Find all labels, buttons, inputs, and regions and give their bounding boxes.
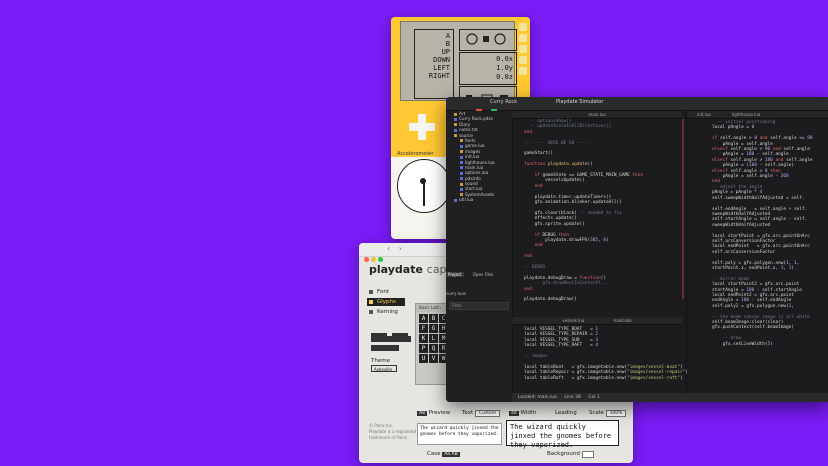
caps-footer: © Panic Inc. Playdate is a registered tr… xyxy=(369,423,417,440)
accel-x: 0.0x xyxy=(496,55,513,63)
preview-label: Preview xyxy=(428,410,451,416)
accel-y: 1.0y xyxy=(496,64,513,72)
background-dropdown[interactable] xyxy=(581,451,594,458)
accel-z: 0.0z xyxy=(496,73,513,81)
menu-kerning[interactable]: Kerning xyxy=(367,308,405,316)
width-label: Width xyxy=(520,410,537,416)
control-down: DOWN xyxy=(433,56,450,64)
main-code: -- optionsShow() -- updateScaleInAllDire… xyxy=(524,119,643,303)
glyph-cell[interactable]: Q xyxy=(429,344,438,353)
control-up: UP xyxy=(441,48,450,56)
glyph-cell[interactable]: L xyxy=(429,334,438,343)
case-toggle[interactable]: Aa AB xyxy=(442,452,460,457)
secondary-editor[interactable]: init.lua lighthouse.lua -- initial posit… xyxy=(686,111,828,402)
caps-menu: Font Glyphs Kerning xyxy=(367,288,405,318)
control-left: LEFT xyxy=(433,64,450,72)
crank-arrows-icon xyxy=(466,33,506,45)
glyph-cell[interactable]: G xyxy=(429,324,438,333)
file-tree-item[interactable]: util.lua xyxy=(446,197,512,202)
tab-project[interactable]: Project xyxy=(446,272,464,277)
crank-dial[interactable] xyxy=(397,159,451,213)
editor-titlebar: Curry Rock Playdate Simulator xyxy=(446,97,828,116)
theme-select[interactable]: Asheville xyxy=(371,365,397,372)
code-editor-window: Curry Rock Playdate Simulator Art Curry R… xyxy=(446,97,828,402)
sidebar-lower: Project Open Files curry-luas Filter xyxy=(446,261,512,313)
error-marker xyxy=(682,119,684,299)
controls-list: A B UP DOWN LEFT RIGHT xyxy=(414,29,454,99)
status-file: Loaded: main.lua xyxy=(518,395,557,400)
tab-lighthouse-lua[interactable]: lighthouse.lua xyxy=(722,111,770,118)
tab-curry-luas[interactable]: curry-luas xyxy=(446,291,466,296)
width-tag: 48 xyxy=(509,411,519,416)
device-screen: A B UP DOWN LEFT RIGHT 0.0x 1.0y 0.0z xyxy=(400,21,517,101)
bottom-editor[interactable]: vessels.lua mailcode local VESSEL_TYPE_B… xyxy=(512,317,688,402)
tab-open-files[interactable]: Open Files xyxy=(473,272,494,277)
text-label: Text xyxy=(462,410,474,416)
preview-bar: A8 Preview Text Custom 48 Width Leading … xyxy=(417,409,633,463)
filter-input[interactable]: Filter xyxy=(449,302,509,310)
glyph-cell[interactable]: P xyxy=(419,344,428,353)
status-line: Line 38 xyxy=(564,395,581,400)
control-b: B xyxy=(445,40,450,48)
control-right: RIGHT xyxy=(428,72,450,80)
preview-tag: A8 xyxy=(417,411,427,416)
glyph-cell[interactable]: V xyxy=(429,354,438,363)
glyph-cell[interactable]: K xyxy=(419,334,428,343)
simulator-target[interactable]: Playdate Simulator xyxy=(556,99,603,105)
menu-font[interactable]: Font xyxy=(367,288,405,296)
glyph-cell[interactable]: F xyxy=(419,324,428,333)
crank-indicator xyxy=(459,29,517,51)
menu-glyphs[interactable]: Glyphs xyxy=(367,298,405,306)
preview-small-text[interactable]: The wizard quickly jinxed the gnomes bef… xyxy=(417,423,502,445)
secondary-code: -- initial positioning local pAngle = 0 … xyxy=(712,120,813,347)
project-sidebar: Art Curry Rock.pdxs Diary notes.txt source fo… xyxy=(446,111,513,402)
tab-vessels-lua[interactable]: vessels.lua xyxy=(548,318,598,323)
accelerometer-readout: 0.0x 1.0y 0.0z xyxy=(459,52,517,85)
project-name[interactable]: Curry Rock xyxy=(490,99,517,105)
bottom-code: local VESSEL_TYPE_BOAT = 1 local VESSEL_… xyxy=(524,327,688,381)
accelerometer-label: Accelerometer xyxy=(397,151,434,157)
text-dropdown[interactable]: Custom xyxy=(474,410,501,417)
tab-main-lua[interactable]: main.lua xyxy=(512,111,682,119)
theme-label: Theme xyxy=(371,358,390,364)
status-bar: Loaded: main.lua Line 38 Col 1 xyxy=(512,393,828,402)
glyph-cell[interactable]: B xyxy=(429,314,438,323)
nav-arrows-icon[interactable]: ‹ › xyxy=(387,244,405,253)
glyph-cell[interactable]: U xyxy=(419,354,428,363)
caps-secondary-buttons[interactable] xyxy=(371,336,411,354)
bottom-tabs: vessels.lua mailcode xyxy=(512,317,682,325)
dpad[interactable] xyxy=(409,114,435,140)
background-label: Background xyxy=(547,451,580,457)
case-label: Case xyxy=(427,451,441,457)
main-editor[interactable]: main.lua -- optionsShow() -- updateScale… xyxy=(512,111,682,311)
control-a: A xyxy=(445,32,450,40)
preview-large-text[interactable]: The wizard quickly jinxed the gnomes bef… xyxy=(506,420,619,449)
scale-label: Scale xyxy=(589,410,604,416)
scale-dropdown[interactable]: 100% xyxy=(605,410,627,417)
status-col: Col 1 xyxy=(588,395,600,400)
caps-brand: playdate caps xyxy=(369,263,453,276)
tab-init-lua[interactable]: init.lua xyxy=(687,111,721,118)
leading-label: Leading xyxy=(555,410,577,416)
secondary-tabs: init.lua lighthouse.lua xyxy=(687,111,828,119)
sidebar-tabs: Project Open Files curry-luas xyxy=(446,261,512,299)
glyph-cell[interactable]: A xyxy=(419,314,428,323)
tab-mailcode[interactable]: mailcode xyxy=(600,318,646,323)
file-tree: Art Curry Rock.pdxs Diary notes.txt source fo… xyxy=(446,111,512,203)
simulator-side-controls[interactable] xyxy=(519,23,528,101)
